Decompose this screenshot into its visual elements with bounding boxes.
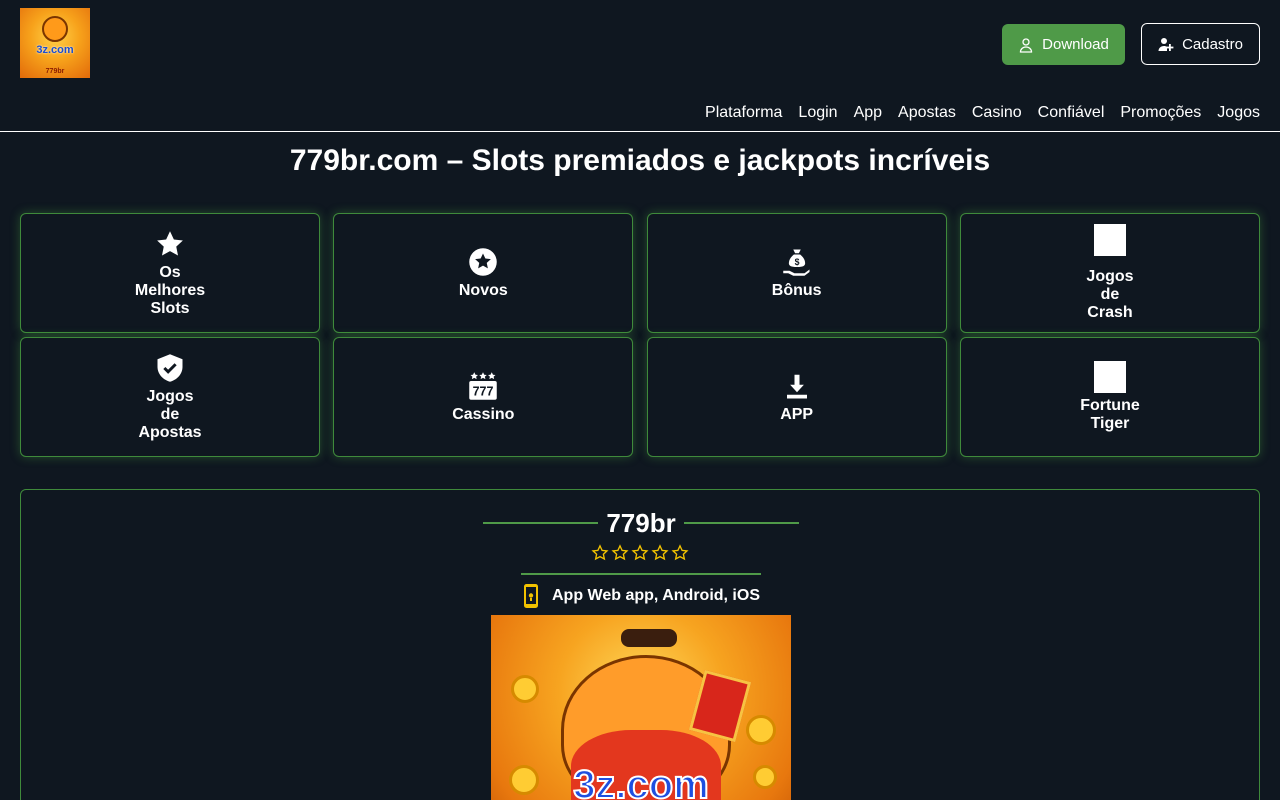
star-rating-icon	[671, 544, 689, 561]
coin-graphic	[746, 715, 776, 745]
app-platforms-label: App Web app, Android, iOS	[552, 587, 760, 604]
svg-text:$: $	[794, 257, 799, 267]
category-label: Novos	[458, 282, 508, 299]
title-line-left	[483, 522, 599, 524]
nav-link-app[interactable]: App	[854, 104, 882, 122]
hero-brand-text: 3z.com	[572, 762, 710, 800]
coin-graphic	[511, 675, 539, 703]
logo-small-text: 779br	[45, 68, 65, 75]
nav-link-confiavel[interactable]: Confiável	[1038, 104, 1105, 122]
category-label: Cassino	[452, 406, 515, 423]
nav-link-promocoes[interactable]: Promoções	[1120, 104, 1201, 122]
logo-tiger-icon	[42, 16, 68, 42]
svg-text:777: 777	[473, 384, 494, 398]
nav-link-jogos[interactable]: Jogos	[1217, 104, 1260, 122]
crash-image	[1093, 224, 1126, 256]
category-card-bonus[interactable]: $ Bônus	[646, 213, 947, 333]
category-label: Os Melhores Slots	[134, 264, 206, 317]
category-card-novos[interactable]: Novos	[333, 213, 634, 333]
category-card-jogos-de-crash[interactable]: Jogos de Crash	[959, 213, 1260, 333]
nav-link-casino[interactable]: Casino	[972, 104, 1022, 122]
category-card-fortune-tiger[interactable]: Fortune Tiger	[959, 337, 1260, 457]
star-rating-icon	[591, 544, 609, 561]
category-card-cassino[interactable]: 777 Cassino	[333, 337, 634, 457]
money-bag-hand-icon: $	[781, 246, 813, 278]
category-card-jogos-de-apostas[interactable]: Jogos de Apostas	[20, 337, 320, 457]
logo-brand-text: 3z.com	[36, 44, 74, 56]
site-logo[interactable]: 3z.com 779br	[20, 8, 90, 78]
rating-stars	[591, 544, 689, 562]
phone-icon	[524, 584, 538, 608]
app-platforms: App Web app, Android, iOS	[521, 583, 761, 609]
nav-link-apostas[interactable]: Apostas	[898, 104, 956, 122]
download-button[interactable]: Download	[1002, 24, 1125, 65]
hero-image: 3z.com	[491, 615, 791, 800]
download-icon	[781, 370, 813, 402]
main-nav: Plataforma Login App Apostas Casino Conf…	[705, 104, 1260, 122]
page-title: 779br.com – Slots premiados e jackpots i…	[289, 144, 991, 177]
category-label: Fortune Tiger	[1080, 397, 1140, 432]
user-icon	[1019, 37, 1033, 53]
nav-link-plataforma[interactable]: Plataforma	[705, 104, 782, 122]
slot-777-icon: 777	[467, 370, 499, 402]
category-label: Jogos de Crash	[1086, 268, 1134, 321]
download-label: Download	[1042, 36, 1109, 53]
title-line-right	[683, 522, 800, 524]
category-label: Jogos de Apostas	[138, 388, 202, 441]
star-rating-icon	[611, 544, 629, 561]
subtitle-line	[521, 573, 761, 575]
nav-link-login[interactable]: Login	[798, 104, 837, 122]
user-plus-icon	[1158, 38, 1174, 51]
fortune-tiger-image	[1093, 361, 1126, 393]
app-info-panel: 779br App Web app, Android, iOS 3z.com	[20, 489, 1260, 800]
panel-title-wrap: 779br	[483, 507, 800, 538]
category-card-melhores-slots[interactable]: Os Melhores Slots	[20, 213, 320, 333]
cadastro-label: Cadastro	[1182, 35, 1243, 53]
category-grid: Os Melhores Slots Novos $ Bônus Jogos de…	[20, 213, 1260, 457]
star-rating-icon	[631, 544, 649, 561]
star-icon	[154, 228, 186, 260]
cadastro-button[interactable]: Cadastro	[1141, 23, 1260, 65]
category-label: Bônus	[771, 282, 822, 299]
sunglasses-graphic	[621, 629, 677, 647]
shield-check-icon	[154, 352, 186, 384]
category-label: APP	[780, 406, 814, 423]
category-card-app[interactable]: APP	[646, 337, 947, 457]
header-divider	[0, 131, 1280, 132]
panel-title: 779br	[606, 507, 676, 538]
star-rating-icon	[651, 544, 669, 561]
circle-star-icon	[467, 246, 499, 278]
